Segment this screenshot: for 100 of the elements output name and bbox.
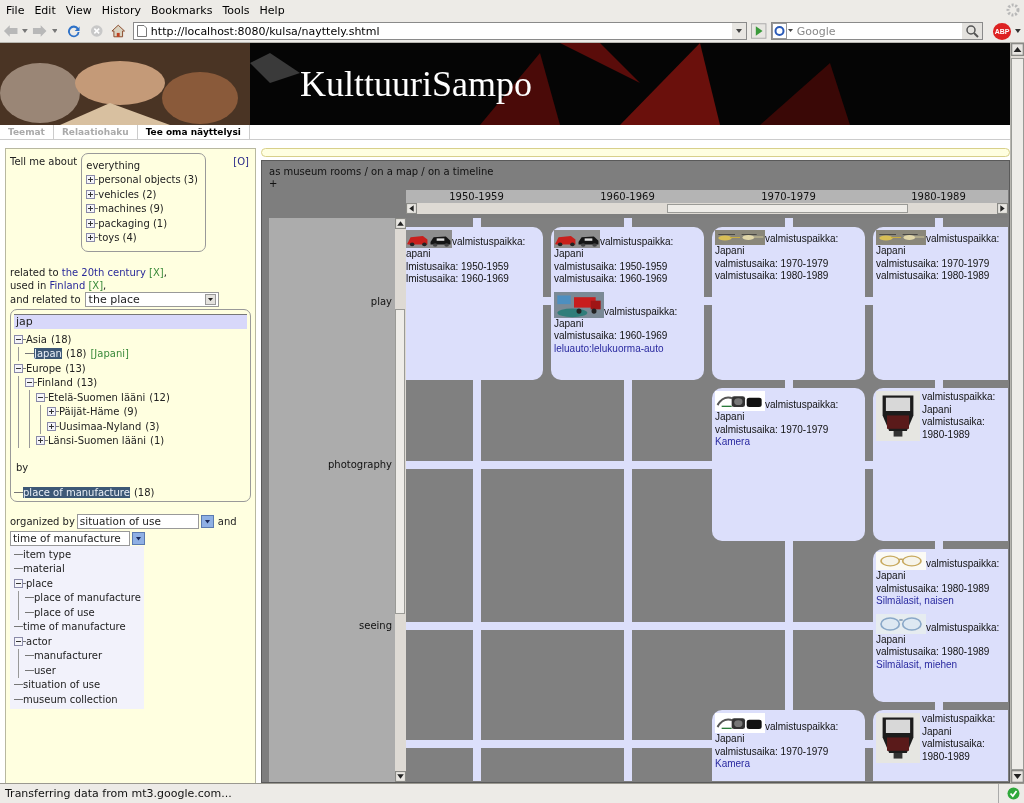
menu-item[interactable]: Bookmarks (146, 3, 218, 17)
plus-icon[interactable] (86, 218, 96, 228)
item-text: valmistusaika: 1970-1979 (876, 257, 991, 270)
plus-icon[interactable] (86, 189, 96, 199)
tree-item[interactable]: material (23, 563, 65, 575)
tree-item[interactable]: Asia (26, 333, 47, 345)
plus-icon[interactable] (36, 436, 45, 446)
view-mode-links[interactable]: as museum rooms / on a map / on a timeline (269, 165, 1008, 178)
add-link[interactable]: + (269, 178, 277, 190)
tree-item[interactable]: manufacturer (34, 650, 103, 662)
item-text: valmistuspaikka: (765, 398, 839, 410)
tree-item[interactable]: place of manufacture (34, 592, 141, 604)
plus-icon[interactable] (86, 175, 96, 185)
item-text: valmistuspaikka: (452, 235, 526, 247)
menu-item[interactable]: Help (254, 3, 290, 17)
menu-item[interactable]: Tools (217, 3, 255, 17)
item-text: Japani (876, 245, 907, 258)
scroll-up-icon[interactable] (1011, 43, 1024, 56)
plus-icon[interactable] (47, 407, 56, 417)
reload-icon[interactable] (67, 23, 82, 39)
item-count: (18) (50, 333, 72, 345)
tab[interactable]: Tee oma näyttelysi (137, 125, 250, 139)
search-field[interactable]: Google (770, 22, 983, 40)
address-bar[interactable]: http://localhost:8080/kulsa/nayttely.shtml (132, 22, 748, 40)
object-link[interactable]: Kamera (715, 436, 862, 449)
minus-icon[interactable] (14, 578, 23, 588)
item-text: valmistuspaikka: (926, 557, 1000, 569)
plus-icon[interactable] (47, 421, 56, 431)
tree-item[interactable]: everything (86, 159, 141, 171)
item-text: Japani (715, 245, 746, 258)
item-text: valmistusaika: 1970-1979 (715, 257, 830, 270)
horizontal-scrollbar[interactable] (406, 203, 1008, 214)
relation-select[interactable]: the place (84, 292, 219, 307)
home-icon[interactable] (111, 24, 126, 38)
menu-item[interactable]: Edit (29, 3, 61, 17)
tree-item[interactable]: time of manufacture (23, 621, 126, 633)
reset-link[interactable]: [O] (233, 156, 249, 167)
tree-item[interactable]: Uusimaa-Nyland (59, 420, 142, 432)
tree-item[interactable]: Japan (34, 348, 62, 360)
filter-value-link[interactable]: the 20th century (61, 267, 146, 278)
object-link[interactable]: Silmälasit, naisen (876, 595, 1005, 608)
tree-item[interactable]: place (26, 577, 53, 589)
tree-item[interactable]: user (34, 664, 56, 676)
item-text: valmistuspaikka: (922, 713, 996, 724)
tree-item[interactable]: Europe (26, 362, 62, 374)
tree-item[interactable]: machines (9) (98, 203, 164, 215)
tree-item[interactable]: Länsi-Suomen lääni (48, 435, 146, 447)
vertical-scrollbar[interactable] (395, 218, 406, 782)
organize-select[interactable]: situation of use (76, 514, 199, 529)
menu-item[interactable]: File (1, 3, 30, 17)
minus-icon[interactable] (14, 334, 23, 344)
tree-item[interactable]: Etelä-Suomen lääni (48, 391, 146, 403)
organize-select[interactable]: time of manufacture (10, 531, 130, 546)
tree-item[interactable]: item type (23, 548, 72, 560)
row-label: play (370, 295, 393, 307)
item-text: valmistusaika: 1970-1979 (715, 745, 830, 758)
filter-text: related to the 20th century [X], (10, 266, 168, 279)
item-text: valmistusaika: 1960-1969 (554, 273, 669, 286)
tree-item[interactable]: place of use (34, 606, 95, 618)
minus-icon[interactable] (14, 636, 23, 646)
column-header: 1950-1959 (448, 190, 505, 203)
object-link[interactable]: Silmälasit, miehen (876, 658, 1005, 671)
dropdown-button-icon[interactable] (132, 532, 145, 545)
menu-item[interactable]: View (60, 3, 97, 17)
scroll-down-icon[interactable] (1011, 770, 1024, 783)
scroll-left-icon[interactable] (406, 203, 417, 214)
tree-item[interactable]: Päijät-Häme (59, 406, 120, 418)
relation-label: and related to (10, 293, 81, 306)
tree-item[interactable]: Finland (37, 377, 73, 389)
scroll-right-icon[interactable] (997, 203, 1008, 214)
menu-item[interactable]: History (96, 3, 146, 17)
tree-item[interactable]: vehicles (2) (98, 188, 157, 200)
scrollbar-thumb[interactable] (667, 204, 908, 213)
tree-item[interactable]: place of manufacture (23, 486, 130, 498)
tree-item[interactable]: museum collection (23, 693, 118, 705)
item-text: valmistusaika: 1980-1989 (715, 270, 830, 283)
minus-icon[interactable] (14, 363, 23, 373)
object-link[interactable]: Kamera (715, 758, 862, 771)
dropdown-arrow-icon[interactable] (1015, 29, 1021, 33)
remove-link[interactable]: [X] (149, 267, 164, 278)
scrollbar-thumb[interactable] (1011, 58, 1024, 770)
plus-icon[interactable] (86, 233, 96, 243)
tree-item[interactable]: personal objects (3) (98, 174, 198, 186)
scrollbar-thumb[interactable] (395, 309, 405, 614)
search-icon[interactable] (961, 23, 982, 39)
place-search-field[interactable]: jap (14, 314, 247, 329)
search-engine-icon[interactable] (771, 23, 794, 39)
filter-value-link[interactable]: Finland (49, 280, 86, 291)
plus-icon[interactable] (86, 204, 96, 214)
tree-item[interactable]: actor (26, 635, 52, 647)
scroll-down-icon[interactable] (395, 771, 406, 782)
minus-icon[interactable] (36, 392, 45, 402)
object-link[interactable]: leluauto:lelukuorma-auto (554, 342, 701, 355)
minus-icon[interactable] (25, 378, 34, 388)
tree-item[interactable]: toys (4) (98, 232, 137, 244)
tree-item[interactable]: packaging (1) (98, 217, 168, 229)
tree-item[interactable]: situation of use (23, 679, 101, 691)
scroll-up-icon[interactable] (395, 218, 406, 229)
dropdown-button-icon[interactable] (200, 515, 214, 528)
item-text: Japani (554, 248, 585, 261)
